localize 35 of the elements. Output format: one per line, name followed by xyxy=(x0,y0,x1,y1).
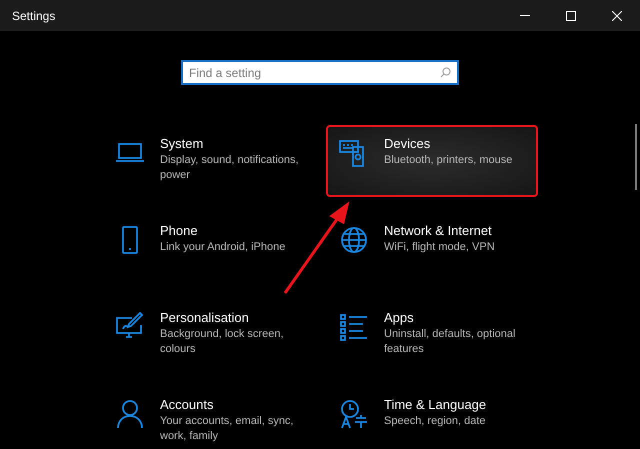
tile-description: Link your Android, iPhone xyxy=(160,240,286,255)
close-icon xyxy=(612,10,622,20)
tile-description: Uninstall, defaults, optional features xyxy=(384,327,516,357)
settings-tile[interactable]: Time & Language Speech, region, date xyxy=(326,386,538,449)
tile-description: Your accounts, email, sync, work, family xyxy=(160,414,294,444)
person-icon xyxy=(114,398,146,430)
scrollbar[interactable] xyxy=(635,124,637,190)
tile-description: WiFi, flight mode, VPN xyxy=(384,240,496,255)
tile-title: Accounts xyxy=(160,396,214,414)
tile-title: Apps xyxy=(384,309,415,327)
tile-description: Background, lock screen, colours xyxy=(160,327,285,357)
settings-tile[interactable]: Devices Bluetooth, printers, mouse xyxy=(326,125,538,197)
minimize-icon xyxy=(520,15,530,16)
search-icon xyxy=(440,67,451,78)
settings-tile[interactable]: Apps Uninstall, defaults, optional features xyxy=(326,299,538,371)
settings-tile[interactable]: System Display, sound, notifications, power xyxy=(102,125,314,197)
tile-title: Personalisation xyxy=(160,309,250,327)
search-field[interactable]: Find a setting xyxy=(181,60,459,85)
tile-title: System xyxy=(160,135,204,153)
tile-title: Network & Internet xyxy=(384,222,493,240)
settings-tile[interactable]: Network & Internet WiFi, flight mode, VPN xyxy=(326,212,538,284)
tile-title: Time & Language xyxy=(384,396,488,414)
list-icon xyxy=(338,311,370,343)
tile-description: Speech, region, date xyxy=(384,414,487,429)
tile-description: Bluetooth, printers, mouse xyxy=(384,153,514,168)
settings-tile[interactable]: Accounts Your accounts, email, sync, work, family xyxy=(102,386,314,449)
globe-icon xyxy=(338,224,370,256)
window-title: Settings xyxy=(11,8,56,24)
clock-and-language-icon xyxy=(338,398,370,430)
maximize-icon xyxy=(566,10,576,20)
tile-title: Phone xyxy=(160,222,199,240)
settings-tile[interactable]: Personalisation Background, lock screen, colours xyxy=(102,299,314,371)
tile-title: Devices xyxy=(384,135,432,153)
tile-description: Display, sound, notifications, power xyxy=(160,153,300,183)
settings-tile[interactable]: Phone Link your Android, iPhone xyxy=(102,212,314,284)
